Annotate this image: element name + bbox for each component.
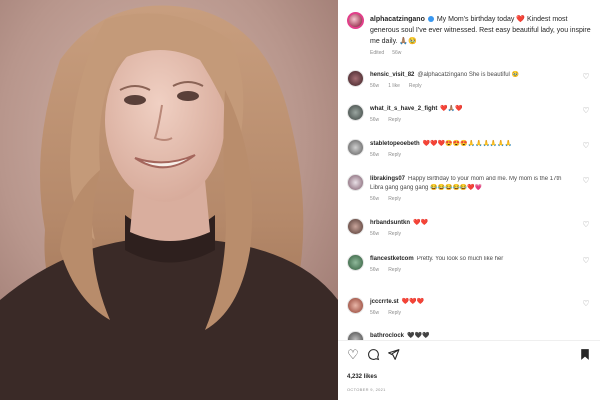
commenter-avatar[interactable] [347, 297, 364, 314]
comment-text: 🖤🖤🖤 [407, 333, 430, 339]
author-username[interactable]: alphacatzingano [370, 16, 425, 23]
commenter-avatar[interactable] [347, 218, 364, 235]
post-photo[interactable] [0, 0, 338, 400]
comment-age: 56w [370, 117, 380, 123]
comment-text: ❤️❤️❤️😍😍😍🙏🙏🙏🙏🙏🙏 [422, 141, 513, 147]
comment-text: ❤️❤️❤️ [401, 299, 425, 305]
comment-likes[interactable]: 1 like [388, 83, 400, 89]
reply-button[interactable]: Reply [388, 117, 401, 123]
comment-age: 56w [370, 83, 380, 89]
reply-button[interactable]: Reply [388, 196, 401, 202]
reply-button[interactable]: Reply [409, 83, 422, 89]
comment-age: 56w [370, 196, 380, 202]
comment-meta: 56w Reply [370, 116, 572, 125]
comment-like-heart-icon[interactable]: ♡ [582, 73, 590, 81]
likes-count[interactable]: 4,232 likes [347, 374, 377, 380]
caption-text: alphacatzingano My Mom's birthday today ❤… [370, 14, 596, 59]
comment-age: 56w [370, 310, 380, 316]
reply-button[interactable]: Reply [388, 310, 401, 316]
comment-age: 56w [370, 152, 380, 158]
reply-button[interactable]: Reply [388, 231, 401, 237]
comment-body: jcccrrte.st ❤️❤️❤️ 56w Reply [370, 298, 572, 318]
comment-body: hensic_visit_82 @alphacatzingano She is b… [370, 71, 572, 91]
comment-like-heart-icon[interactable]: ♡ [582, 300, 590, 308]
comment-body: bathroclock 🖤🖤🖤 [370, 332, 572, 340]
post-details-panel: alphacatzingano My Mom's birthday today ❤… [338, 0, 600, 400]
commenter-avatar[interactable] [347, 70, 364, 87]
caption-meta: Edited 56w [370, 48, 596, 59]
commenter-avatar[interactable] [347, 254, 364, 271]
edited-label: Edited [370, 50, 385, 56]
comment-icon[interactable] [366, 348, 380, 362]
comment-body: librakings07 Happy Birthday to your mom a… [370, 175, 572, 204]
comment-like-heart-icon[interactable]: ♡ [582, 221, 590, 229]
comment-like-heart-icon[interactable]: ♡ [582, 142, 590, 150]
commenter-avatar[interactable] [347, 174, 364, 191]
bookmark-icon[interactable] [578, 348, 592, 362]
comment-username[interactable]: what_it_s_have_2_fight [370, 106, 437, 112]
commenter-avatar[interactable] [347, 331, 364, 340]
comment-age: 56w [370, 267, 380, 273]
verified-icon [427, 15, 434, 22]
post-date: OCTOBER 9, 2021 [347, 387, 386, 392]
heart-icon[interactable]: ♡ [346, 348, 360, 362]
comment-body: stabletopeoebeth ❤️❤️❤️😍😍😍🙏🙏🙏🙏🙏🙏 56w Reply [370, 140, 572, 160]
comment-like-heart-icon[interactable]: ♡ [582, 177, 590, 185]
portrait-image [0, 0, 338, 400]
reply-button[interactable]: Reply [388, 152, 401, 158]
comment-meta: 56w Reply [370, 309, 572, 318]
commenter-avatar[interactable] [347, 139, 364, 156]
comment-username[interactable]: flancestketcom [370, 256, 414, 262]
post-actions: ♡ [346, 348, 592, 364]
share-icon[interactable] [386, 348, 400, 362]
comment-username[interactable]: librakings07 [370, 176, 405, 182]
comment-body: flancestketcom Pretty. You look so much l… [370, 255, 572, 275]
comment-item: bathroclock 🖤🖤🖤 [344, 331, 594, 340]
commenter-avatar[interactable] [347, 104, 364, 121]
comment-body: what_it_s_have_2_fight ❤️🙏🏽❤️ 56w Reply [370, 105, 572, 125]
author-avatar[interactable] [347, 12, 364, 29]
comment-meta: 56w Reply [370, 151, 572, 160]
comment-age: 56w [370, 231, 380, 237]
comment-text: @alphacatzingano She is beautiful 🥹 [417, 72, 519, 78]
comment-username[interactable]: hensic_visit_82 [370, 72, 414, 78]
post-age: 56w [392, 50, 402, 56]
reply-button[interactable]: Reply [388, 267, 401, 273]
comment-meta: 56w Reply [370, 195, 572, 204]
comment-meta: 56w 1 like Reply [370, 82, 572, 91]
comment-text: ❤️🙏🏽❤️ [440, 106, 463, 112]
comment-body: hrbandsuntkn ❤️❤️ 56w Reply [370, 219, 572, 239]
comment-username[interactable]: stabletopeoebeth [370, 141, 420, 147]
comment-meta: 56w Reply [370, 266, 572, 275]
comment-meta: 56w Reply [370, 230, 572, 239]
comment-like-heart-icon[interactable]: ♡ [582, 107, 590, 115]
comment-username[interactable]: jcccrrte.st [370, 299, 399, 305]
comment-text: ❤️❤️ [413, 220, 428, 226]
comment-like-heart-icon[interactable]: ♡ [582, 257, 590, 265]
actions-divider [338, 340, 600, 341]
comment-text: Pretty. You look so much like her [416, 256, 504, 262]
comment-username[interactable]: hrbandsuntkn [370, 220, 410, 226]
comment-username[interactable]: bathroclock [370, 333, 404, 339]
